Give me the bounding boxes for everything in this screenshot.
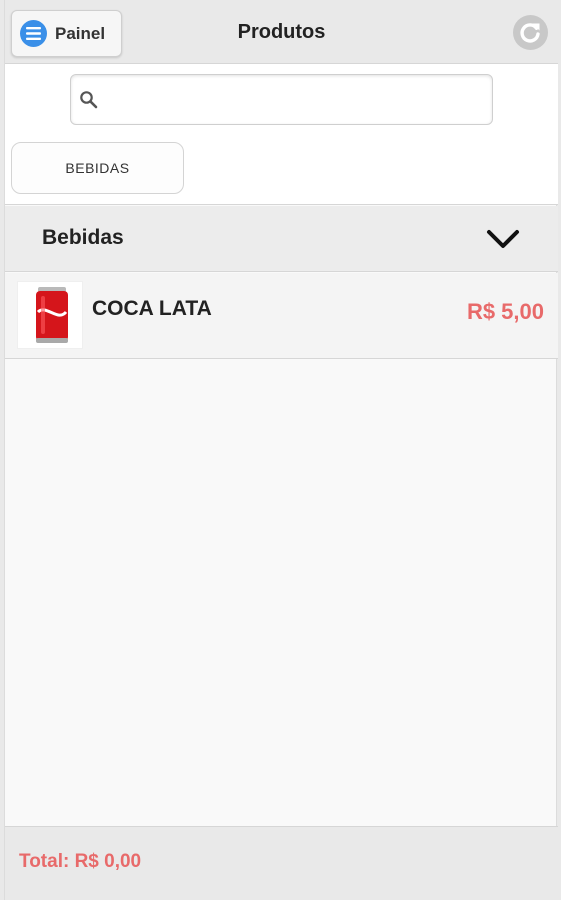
panel-button-label: Painel (55, 23, 106, 43)
header-bar: Produtos Painel (5, 0, 558, 64)
menu-icon (20, 20, 47, 47)
refresh-icon (518, 20, 543, 45)
search-input[interactable] (107, 75, 487, 124)
search-box (70, 74, 493, 125)
chevron-down-icon[interactable] (485, 226, 521, 252)
product-name: COCA LATA (92, 297, 212, 320)
refresh-button[interactable] (513, 15, 548, 50)
section-title: Bebidas (42, 226, 124, 249)
order-total: Total: R$ 0,00 (19, 851, 142, 872)
product-row[interactable]: COCA LATA R$ 5,00 (5, 273, 558, 359)
panel-button[interactable]: Painel (11, 10, 122, 57)
search-icon (79, 90, 99, 110)
category-filter-bebidas[interactable]: BEBIDAS (11, 142, 184, 194)
filter-area: BEBIDAS (5, 64, 558, 205)
product-price: R$ 5,00 (466, 299, 544, 324)
category-section-header[interactable]: Bebidas (5, 206, 558, 272)
app-frame: Produtos Painel BEBIDAS Bebidas COCA LAT… (4, 0, 558, 900)
coca-cola-can-image (17, 281, 83, 349)
footer-bar: Total: R$ 0,00 (5, 826, 558, 900)
